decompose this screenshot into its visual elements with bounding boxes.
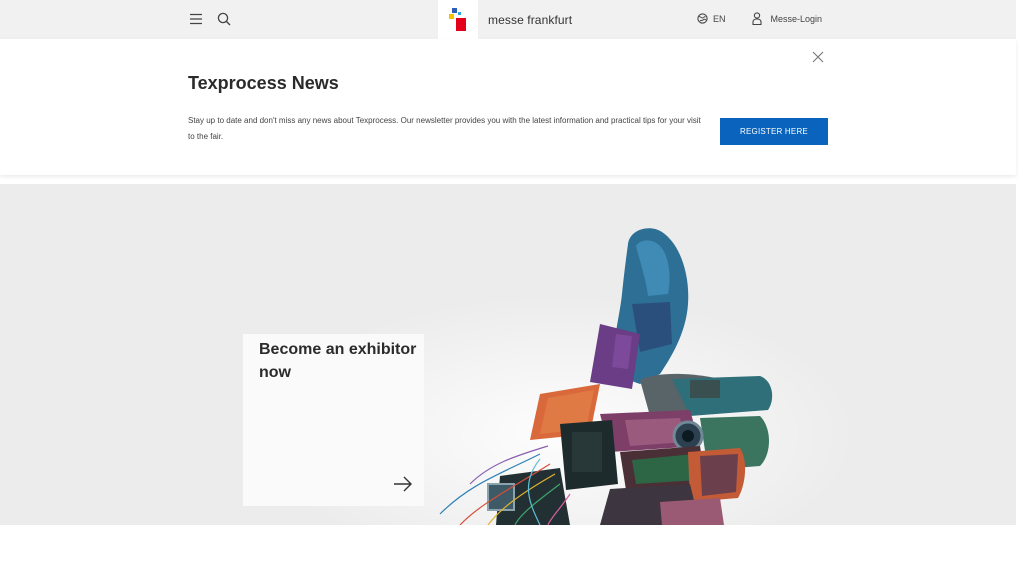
menu-icon[interactable] <box>188 11 204 27</box>
exhibitor-card[interactable]: Become an exhibitor now <box>243 334 424 506</box>
search-icon[interactable] <box>216 11 232 27</box>
nav-left <box>188 11 232 27</box>
brand-name[interactable]: messe frankfurt <box>488 13 572 27</box>
newsletter-text: Stay up to date and don't miss any news … <box>188 116 701 141</box>
close-icon[interactable] <box>812 50 824 63</box>
language-label: EN <box>713 13 726 24</box>
newsletter-title: Texprocess News <box>188 73 339 93</box>
top-nav: messe frankfurt EN Messe-Login <box>0 0 1016 39</box>
logo[interactable] <box>438 0 478 39</box>
arrow-right-icon[interactable] <box>393 476 413 497</box>
hero-image <box>260 228 860 525</box>
globe-icon <box>697 13 708 24</box>
register-button[interactable]: REGISTER HERE <box>720 118 828 145</box>
language-switch[interactable]: EN <box>697 13 726 24</box>
messe-logo-icon <box>449 8 466 31</box>
scrollbar[interactable] <box>1016 0 1024 576</box>
login-link[interactable]: Messe-Login <box>751 12 823 25</box>
newsletter-banner: Texprocess News Stay up to date and don'… <box>0 39 1016 175</box>
login-label: Messe-Login <box>770 13 823 24</box>
card-title: Become an exhibitor now <box>259 341 417 381</box>
hero-section: Become an exhibitor now <box>0 184 1016 525</box>
user-icon <box>751 12 762 25</box>
nav-right: EN Messe-Login <box>697 12 822 25</box>
